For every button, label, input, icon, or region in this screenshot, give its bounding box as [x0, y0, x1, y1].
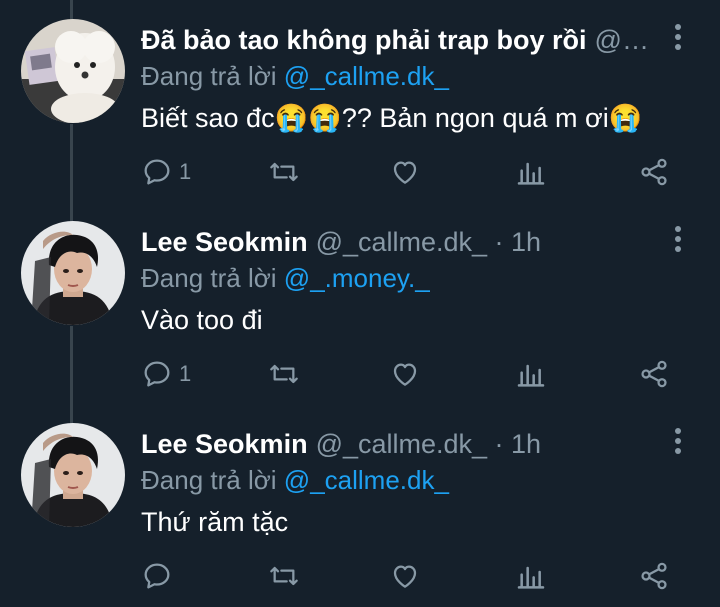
analytics-button[interactable] [515, 148, 547, 196]
author-handle[interactable]: @_.... [595, 22, 660, 58]
like-icon [393, 161, 417, 184]
share-button[interactable] [638, 148, 670, 196]
reply-icon [144, 361, 170, 387]
author-handle[interactable]: @_callme.dk_ · 1h [316, 224, 542, 260]
more-options-icon[interactable] [670, 24, 686, 52]
retweet-button[interactable] [268, 148, 300, 196]
tweet-header: Lee Seokmin @_callme.dk_ · 1h [141, 426, 660, 462]
retweet-icon [270, 566, 298, 586]
avatar[interactable] [21, 19, 125, 123]
more-options-icon[interactable] [670, 428, 686, 456]
replying-to: Đang trả lời @_callme.dk_ [141, 58, 449, 94]
tweet-actions [0, 552, 720, 600]
tweet-header: Đã bảo tao không phải trap boy rồi @_...… [141, 22, 660, 58]
analytics-icon [517, 162, 545, 185]
retweet-button[interactable] [268, 552, 300, 600]
reply-icon [144, 563, 170, 589]
tweet[interactable]: Lee Seokmin @_callme.dk_ · 1h Đang trả l… [0, 404, 720, 606]
tweet-text: Thứ răm tặc [141, 507, 289, 537]
analytics-button[interactable] [515, 552, 547, 600]
tweet-actions: 1 [0, 350, 720, 398]
share-button[interactable] [638, 552, 670, 600]
like-button[interactable] [389, 552, 421, 600]
replying-prefix: Đang trả lời [141, 61, 277, 91]
avatar[interactable] [21, 423, 125, 527]
retweet-icon [270, 162, 298, 182]
mention-link[interactable]: @_.money._ [284, 263, 430, 293]
share-button[interactable] [638, 350, 670, 398]
reply-button[interactable] [141, 552, 179, 600]
tweet[interactable]: Đã bảo tao không phải trap boy rồi @_...… [0, 0, 720, 202]
like-icon [393, 565, 417, 588]
author-name[interactable]: Lee Seokmin [141, 426, 308, 462]
tweet[interactable]: Lee Seokmin @_callme.dk_ · 1h Đang trả l… [0, 202, 720, 404]
replying-prefix: Đang trả lời [141, 465, 277, 495]
mention-link[interactable]: @_callme.dk_ [284, 61, 449, 91]
reply-button[interactable]: 1 [141, 148, 191, 196]
like-button[interactable] [389, 350, 421, 398]
analytics-icon [517, 364, 545, 387]
author-name[interactable]: Lee Seokmin [141, 224, 308, 260]
author-handle[interactable]: @_callme.dk_ · 1h [316, 426, 542, 462]
analytics-button[interactable] [515, 350, 547, 398]
like-icon [393, 363, 417, 386]
author-name[interactable]: Đã bảo tao không phải trap boy rồi [141, 22, 587, 58]
share-icon [641, 562, 667, 590]
tweet-header: Lee Seokmin @_callme.dk_ · 1h [141, 224, 660, 260]
retweet-icon [270, 364, 298, 384]
reply-button[interactable]: 1 [141, 350, 191, 398]
avatar[interactable] [21, 221, 125, 325]
share-icon [641, 158, 667, 186]
more-options-icon[interactable] [670, 226, 686, 254]
tweet-actions: 1 [0, 148, 720, 196]
reply-icon [144, 159, 170, 185]
retweet-button[interactable] [268, 350, 300, 398]
tweet-text: Vào too đi [141, 305, 263, 335]
replying-to: Đang trả lời @_.money._ [141, 260, 430, 296]
replying-to: Đang trả lời @_callme.dk_ [141, 462, 449, 498]
share-icon [641, 360, 667, 388]
analytics-icon [517, 566, 545, 589]
replying-prefix: Đang trả lời [141, 263, 277, 293]
reply-count: 1 [179, 159, 192, 184]
like-button[interactable] [389, 148, 421, 196]
mention-link[interactable]: @_callme.dk_ [284, 465, 449, 495]
reply-count: 1 [179, 361, 192, 386]
tweet-text: Biết sao đc😭😭?? Bản ngon quá m ơi😭 [141, 103, 643, 133]
